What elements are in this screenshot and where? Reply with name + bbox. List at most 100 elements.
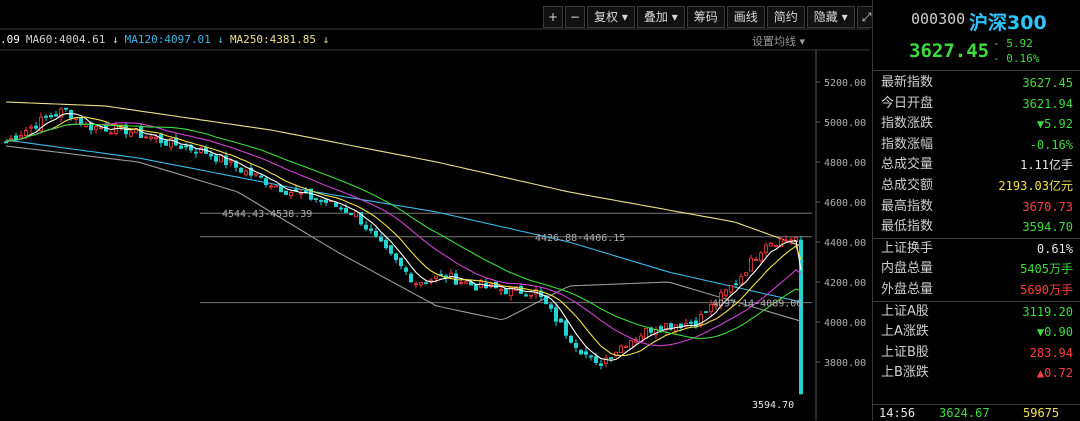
candle-body bbox=[594, 356, 599, 363]
chips-button[interactable]: 筹码 bbox=[686, 6, 725, 28]
quote-row: 内盘总量 5405万手 bbox=[873, 259, 1080, 280]
quote-row: 总成交量 1.11亿手 bbox=[873, 155, 1080, 176]
candle-body bbox=[313, 198, 318, 201]
candle-body bbox=[268, 185, 273, 188]
candle-body bbox=[253, 173, 258, 176]
fuquan-dropdown[interactable]: 复权 ▾ bbox=[587, 6, 635, 28]
quote-row: 指数涨跌 ▼5.92 bbox=[873, 114, 1080, 135]
candle-body bbox=[659, 326, 664, 331]
candle-body bbox=[589, 355, 594, 358]
quote-row-value: ▲0.72 bbox=[1036, 366, 1073, 381]
y-tick-label: 4400.00 bbox=[824, 238, 866, 249]
chevron-down-icon: ▾ bbox=[671, 10, 678, 24]
candle-body bbox=[28, 126, 33, 129]
quote-row-value: 2193.03亿元 bbox=[998, 178, 1073, 193]
candle-body bbox=[629, 340, 634, 349]
candle-body bbox=[323, 199, 328, 204]
quote-row-label: 指数涨跌 bbox=[881, 116, 934, 132]
tick-volume: 59675 bbox=[1023, 406, 1060, 420]
candle-body bbox=[744, 272, 749, 276]
ma-legend: .09 MA60:4004.61 ↓ MA120:4097.01 ↓ MA250:43… bbox=[0, 33, 335, 46]
candle-body bbox=[498, 289, 503, 292]
candle-body bbox=[769, 242, 774, 247]
hide-dropdown[interactable]: 隐藏 ▾ bbox=[806, 6, 855, 28]
y-tick-label: 5000.00 bbox=[824, 118, 866, 129]
price-annotation: 4544.43-4538.39 bbox=[222, 209, 312, 220]
quote-row-value: 0.61% bbox=[1036, 241, 1073, 256]
zoom-in-button[interactable]: + bbox=[543, 6, 563, 28]
candle-body bbox=[408, 273, 413, 283]
candle-body bbox=[99, 127, 104, 130]
candle-body bbox=[368, 228, 373, 231]
candle-body bbox=[764, 244, 769, 254]
candle-body bbox=[363, 224, 368, 230]
candle-body bbox=[64, 107, 69, 110]
candle-body bbox=[153, 136, 158, 140]
quote-row: 上证B股 283.94 bbox=[873, 343, 1080, 364]
current-price: 3627.45 bbox=[909, 40, 990, 62]
quote-row-value: 5690万手 bbox=[1020, 282, 1073, 297]
candle-body bbox=[163, 140, 168, 146]
candle-body bbox=[398, 257, 403, 266]
quote-row-value: -0.16% bbox=[1029, 137, 1073, 152]
price-annotation: 4426.88-4406.15 bbox=[535, 233, 625, 244]
candle-body bbox=[729, 285, 734, 293]
ma-settings-link[interactable]: 设置均线 ▾ bbox=[752, 33, 805, 49]
quote-row-value: 283.94 bbox=[1029, 345, 1073, 360]
kline-chart-area[interactable]: 5200.00 5000.00 4800.00 4600.00 4400.00 4200.… bbox=[0, 0, 877, 420]
y-tick-label: 4200.00 bbox=[824, 278, 866, 289]
candle-body bbox=[243, 170, 248, 176]
quote-row-label: 上证换手 bbox=[881, 240, 934, 256]
candle-body bbox=[148, 136, 153, 139]
candle-body bbox=[524, 294, 529, 297]
quote-row-value: 1.11亿手 bbox=[1020, 158, 1073, 173]
quote-row-value: 3627.45 bbox=[1022, 76, 1073, 90]
candle-body bbox=[433, 275, 438, 279]
candle-body bbox=[303, 190, 308, 193]
candle-body bbox=[109, 132, 114, 135]
candle-body bbox=[218, 154, 223, 163]
quote-row-label: 上B涨跌 bbox=[881, 365, 929, 381]
candle-body bbox=[584, 351, 589, 355]
ma-legend-item: MA120:4097.01 ↓ bbox=[124, 33, 224, 46]
candle-body bbox=[458, 282, 463, 284]
quote-row: 上证A股 3119.20 bbox=[873, 300, 1080, 323]
candle-body bbox=[258, 175, 263, 178]
simple-mode-button[interactable]: 简约 bbox=[766, 6, 805, 28]
overlay-dropdown[interactable]: 叠加 ▾ bbox=[636, 6, 685, 28]
candle-body bbox=[13, 135, 18, 141]
index-name[interactable]: 沪深300 bbox=[969, 8, 1047, 35]
candle-body bbox=[774, 244, 779, 247]
candle-body bbox=[569, 335, 574, 343]
chevron-down-icon: ▾ bbox=[841, 10, 848, 24]
quote-row-value: 3594.70 bbox=[1022, 220, 1073, 235]
quote-row-label: 上证A股 bbox=[881, 303, 929, 319]
zoom-out-button[interactable]: − bbox=[565, 6, 585, 28]
quote-row-label: 今日开盘 bbox=[881, 95, 934, 111]
candle-body bbox=[694, 320, 699, 328]
y-tick-label: 5200.00 bbox=[824, 78, 866, 89]
candle-body bbox=[183, 145, 188, 148]
candle-body bbox=[579, 350, 584, 355]
candle-body bbox=[554, 307, 559, 322]
quote-panel: 000300 沪深300 3627.45 - 5.92 - 0.16% 最新指数… bbox=[872, 0, 1080, 420]
kline-chart[interactable]: 5200.00 5000.00 4800.00 4600.00 4400.00 4200.… bbox=[0, 0, 870, 420]
price-annotation: 3594.70 bbox=[752, 400, 794, 411]
draw-line-button[interactable]: 画线 bbox=[726, 6, 765, 28]
candle-body bbox=[278, 185, 283, 193]
candle-body bbox=[238, 167, 243, 173]
candle-body bbox=[208, 153, 213, 157]
candle-body bbox=[34, 125, 39, 129]
quote-row: 总成交额 2193.03亿元 bbox=[873, 176, 1080, 197]
candle-body bbox=[18, 135, 23, 138]
quote-row-label: 最新指数 bbox=[881, 75, 934, 90]
quote-row-value: 3670.73 bbox=[1022, 199, 1073, 214]
candle-body bbox=[423, 282, 428, 285]
quote-row-value: 3119.20 bbox=[1022, 304, 1073, 319]
quote-row-value: 3621.94 bbox=[1022, 96, 1073, 111]
tick-footer: 14:56 3624.67 59675 bbox=[873, 404, 1080, 421]
candle-body bbox=[734, 283, 739, 286]
quote-row: 今日开盘 3621.94 bbox=[873, 94, 1080, 115]
candle-body bbox=[669, 323, 674, 330]
candle-body bbox=[418, 282, 423, 286]
